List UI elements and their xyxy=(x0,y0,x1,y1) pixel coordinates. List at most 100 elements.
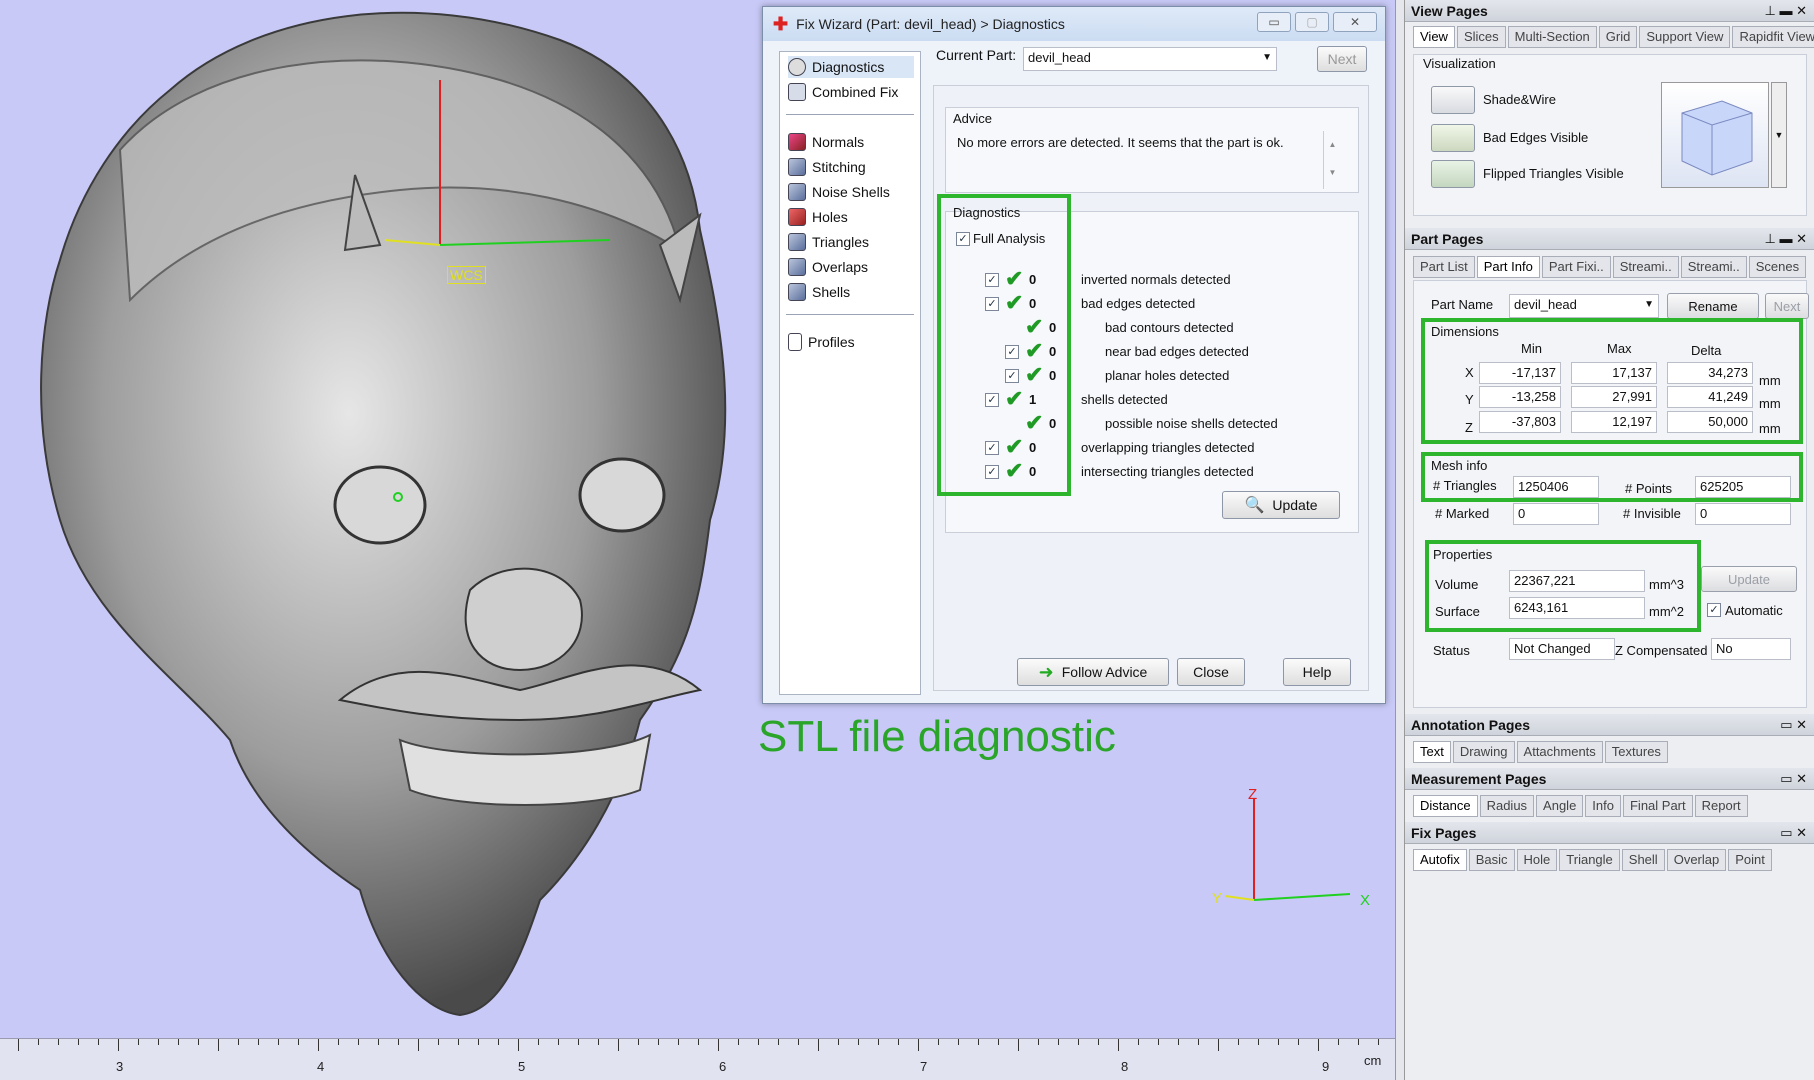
tab-text[interactable]: Text xyxy=(1413,741,1451,763)
tab-shell[interactable]: Shell xyxy=(1621,849,1665,871)
wizard-titlebar[interactable]: ✚ Fix Wizard (Part: devil_head) > Diagno… xyxy=(763,7,1385,41)
tab-part-info[interactable]: Part Info xyxy=(1476,256,1540,278)
expand-close-icons[interactable]: ▭ ✕ xyxy=(1780,768,1807,790)
flipped-triangles-button[interactable] xyxy=(1431,160,1475,188)
row-checkbox[interactable]: ✓ xyxy=(985,297,999,311)
invisible-field[interactable]: 0 xyxy=(1695,503,1791,525)
nav-noise-shells[interactable]: Noise Shells xyxy=(788,181,890,203)
ruler-tick xyxy=(78,1039,79,1045)
automatic-checkbox[interactable]: ✓ xyxy=(1707,603,1721,617)
row-checkbox[interactable]: ✓ xyxy=(985,273,999,287)
tab-textures[interactable]: Textures xyxy=(1604,741,1668,763)
tab-view[interactable]: View xyxy=(1413,26,1455,48)
tab-basic[interactable]: Basic xyxy=(1468,849,1515,871)
tab-scenes[interactable]: Scenes xyxy=(1748,256,1807,278)
view-cube-icon[interactable] xyxy=(1661,82,1769,188)
tab-streami[interactable]: Streami.. xyxy=(1612,256,1679,278)
next-part-button[interactable]: Next xyxy=(1765,293,1809,319)
ruler-tick xyxy=(658,1039,659,1045)
nav-combined-fix[interactable]: Combined Fix xyxy=(788,81,898,103)
tab-info[interactable]: Info xyxy=(1585,795,1621,817)
update-button[interactable]: 🔍 Update xyxy=(1222,491,1340,519)
tab-grid[interactable]: Grid xyxy=(1598,26,1638,48)
row-checkbox[interactable]: ✓ xyxy=(1005,345,1019,359)
annotation-pages-header[interactable]: Annotation Pages ▭ ✕ xyxy=(1405,714,1814,736)
tab-triangle[interactable]: Triangle xyxy=(1559,849,1620,871)
nav-profiles[interactable]: Profiles xyxy=(788,331,855,353)
current-part-select[interactable]: devil_head ▼ xyxy=(1023,47,1277,71)
tab-angle[interactable]: Angle xyxy=(1536,795,1584,817)
part-name-select[interactable]: devil_head ▼ xyxy=(1509,294,1659,318)
tab-part-list[interactable]: Part List xyxy=(1413,256,1475,278)
tab-part-fixi[interactable]: Part Fixi.. xyxy=(1541,256,1611,278)
tab-hole[interactable]: Hole xyxy=(1516,849,1558,871)
axis-z-label: Z xyxy=(1248,786,1258,803)
measurement-pages-header[interactable]: Measurement Pages ▭ ✕ xyxy=(1405,768,1814,790)
ruler-label: 9 xyxy=(1322,1059,1330,1074)
marked-field[interactable]: 0 xyxy=(1513,503,1599,525)
nav-shells[interactable]: Shells xyxy=(788,281,850,303)
part-pages-header[interactable]: Part Pages ⊥ ▬ ✕ xyxy=(1405,228,1814,250)
maximize-button[interactable]: ▢ xyxy=(1295,12,1329,32)
follow-advice-button[interactable]: ➜ Follow Advice xyxy=(1017,658,1169,686)
splitter[interactable] xyxy=(1395,0,1404,1080)
row-checkbox[interactable]: ✓ xyxy=(985,465,999,479)
stitching-icon xyxy=(788,158,806,176)
minimize-button[interactable]: ▭ xyxy=(1257,12,1291,32)
tab-multi-section[interactable]: Multi-Section xyxy=(1507,26,1597,48)
check-icon: ✔ xyxy=(1005,458,1024,483)
row-checkbox[interactable]: ✓ xyxy=(1005,369,1019,383)
nav-diagnostics[interactable]: Diagnostics xyxy=(788,56,914,78)
ruler-label: 6 xyxy=(719,1059,727,1074)
ruler-tick xyxy=(378,1039,379,1045)
expand-close-icons[interactable]: ▭ ✕ xyxy=(1780,822,1807,844)
tab-slices[interactable]: Slices xyxy=(1456,26,1506,48)
normals-icon xyxy=(788,133,806,151)
rename-button[interactable]: Rename xyxy=(1667,293,1759,319)
annotation-pages-title: Annotation Pages xyxy=(1411,717,1531,733)
tab-attachments[interactable]: Attachments xyxy=(1516,741,1603,763)
advice-scrollbar[interactable]: ▲ ▼ xyxy=(1323,131,1341,189)
properties-update-button[interactable]: Update xyxy=(1701,566,1797,592)
shade-wire-button[interactable] xyxy=(1431,86,1475,114)
pin-close-icons[interactable]: ⊥ ▬ ✕ xyxy=(1765,0,1807,22)
tab-drawing[interactable]: Drawing xyxy=(1452,741,1515,763)
tab-point[interactable]: Point xyxy=(1728,849,1772,871)
tab-autofix[interactable]: Autofix xyxy=(1413,849,1467,871)
ruler-tick xyxy=(898,1039,899,1045)
close-button[interactable]: Close xyxy=(1177,658,1245,686)
ruler-tick xyxy=(1058,1039,1059,1045)
tab-support-view[interactable]: Support View xyxy=(1639,26,1731,48)
tab-overlap[interactable]: Overlap xyxy=(1666,849,1727,871)
view-dropdown-button[interactable]: ▼ xyxy=(1771,82,1787,188)
chevron-down-icon: ▼ xyxy=(1262,52,1272,63)
next-button[interactable]: Next xyxy=(1317,46,1367,72)
nav-overlaps[interactable]: Overlaps xyxy=(788,256,868,278)
tab-radius[interactable]: Radius xyxy=(1479,795,1535,817)
nav-holes[interactable]: Holes xyxy=(788,206,848,228)
ruler-tick xyxy=(758,1039,759,1045)
row-text: planar holes detected xyxy=(1105,368,1230,383)
tab-final-part[interactable]: Final Part xyxy=(1622,795,1693,817)
view-pages-header[interactable]: View Pages ⊥ ▬ ✕ xyxy=(1405,0,1814,22)
bad-edges-button[interactable] xyxy=(1431,124,1475,152)
nav-normals[interactable]: Normals xyxy=(788,131,864,153)
tab-rapidfit-view[interactable]: Rapidfit View xyxy=(1732,26,1814,48)
tab-distance[interactable]: Distance xyxy=(1413,795,1478,817)
tab-streami[interactable]: Streami.. xyxy=(1680,256,1747,278)
help-button[interactable]: Help xyxy=(1283,658,1351,686)
tab-report[interactable]: Report xyxy=(1694,795,1748,817)
ruler-tick xyxy=(238,1039,239,1045)
nav-stitching[interactable]: Stitching xyxy=(788,156,866,178)
row-checkbox[interactable]: ✓ xyxy=(985,441,999,455)
nav-normals-label: Normals xyxy=(812,134,865,150)
view-pages-title: View Pages xyxy=(1411,3,1488,19)
rename-label: Rename xyxy=(1688,298,1738,314)
pin-close-icons[interactable]: ⊥ ▬ ✕ xyxy=(1765,228,1807,250)
fix-pages-header[interactable]: Fix Pages ▭ ✕ xyxy=(1405,822,1814,844)
ruler-tick xyxy=(1298,1039,1299,1045)
close-window-button[interactable]: ✕ xyxy=(1333,12,1377,32)
nav-triangles[interactable]: Triangles xyxy=(788,231,869,253)
expand-close-icons[interactable]: ▭ ✕ xyxy=(1780,714,1807,736)
row-checkbox[interactable]: ✓ xyxy=(985,393,999,407)
